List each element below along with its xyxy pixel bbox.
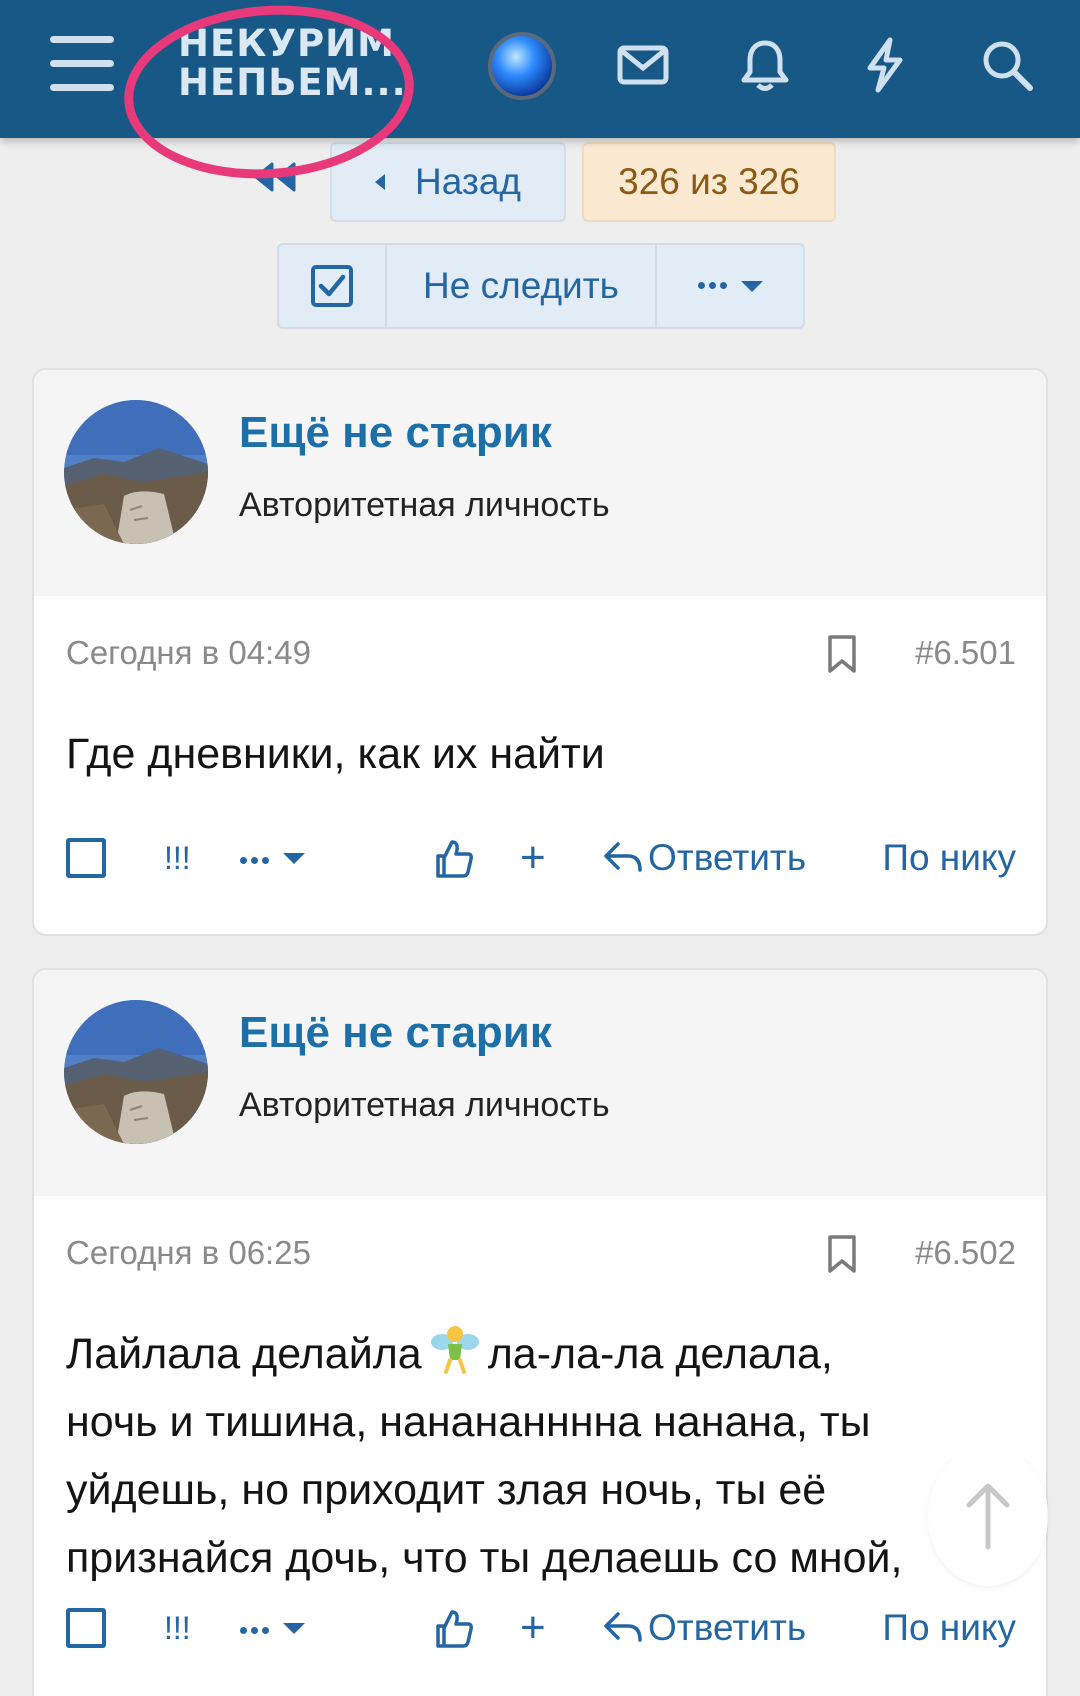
thumbs-up-icon (436, 1610, 473, 1648)
mail-icon[interactable] (614, 36, 672, 94)
post-text-fragment: ла-ла-ла делала, (487, 1330, 833, 1378)
menu-icon[interactable] (50, 36, 114, 92)
post-text-line: признайся дочь, что ты делаешь со мной, (66, 1534, 903, 1582)
post-text-fragment: Лайлала делайла (66, 1330, 422, 1378)
select-post-checkbox[interactable] (66, 838, 106, 878)
more-dots-icon (240, 837, 273, 879)
back-button[interactable]: Назад (330, 142, 566, 222)
post-date[interactable]: Сегодня в 06:25 (66, 1234, 311, 1272)
user-title: Авторитетная личность (239, 1086, 610, 1124)
post-date[interactable]: Сегодня в 04:49 (66, 634, 311, 672)
search-icon[interactable] (978, 36, 1036, 94)
by-nick-button[interactable]: По нику (882, 828, 1016, 888)
checkbox-checked-icon (311, 265, 353, 307)
post-card: Ещё не старик Авторитетная личность Сего… (32, 968, 1048, 1696)
like-button[interactable] (432, 1598, 476, 1658)
post-number[interactable]: #6.502 (915, 1234, 1016, 1272)
plus-button[interactable]: + (520, 1598, 546, 1658)
lightning-icon[interactable] (856, 36, 914, 94)
post-actions: !!! + Ответить По нику (34, 828, 1046, 888)
author-name[interactable]: Ещё не старик (239, 408, 552, 458)
chevron-down-icon (740, 280, 763, 292)
more-dots-icon (240, 1607, 273, 1649)
avatar[interactable] (64, 1000, 208, 1144)
post-text: Лайлала делайла ла-ла-ла делала, ночь и … (66, 1320, 1006, 1592)
post-card: Ещё не старик Авторитетная личность Сего… (32, 368, 1048, 936)
unwatch-label: Не следить (423, 265, 619, 306)
arrow-up-icon (966, 1483, 1010, 1550)
caret-left-icon (374, 174, 385, 190)
post-text-line: Где дневники, как их найти (66, 730, 605, 778)
page-counter[interactable]: 326 из 326 (582, 142, 836, 222)
report-button[interactable]: !!! (164, 1598, 191, 1658)
chevron-down-icon (283, 852, 305, 864)
scroll-to-top-button[interactable] (928, 1446, 1048, 1586)
reply-button[interactable]: Ответить (602, 828, 806, 888)
post-text-line: уйдешь, но приходит злая ночь, ты её (66, 1466, 827, 1514)
bell-icon[interactable] (736, 36, 794, 94)
page-counter-text: 326 из 326 (618, 161, 800, 202)
more-options-button[interactable] (655, 245, 803, 327)
post-text: Где дневники, как их найти (66, 720, 1006, 788)
reply-label: Ответить (648, 1607, 807, 1648)
select-thread-button[interactable] (279, 245, 385, 327)
post-number[interactable]: #6.501 (915, 634, 1016, 672)
user-title: Авторитетная личность (239, 486, 610, 524)
thread-actions-group: Не следить (277, 243, 805, 329)
thumbs-up-icon (436, 840, 473, 878)
author-name[interactable]: Ещё не старик (239, 1008, 552, 1058)
top-navbar: НЕКУРИМ НЕПЬЕМ... (0, 0, 1080, 188)
report-button[interactable]: !!! (164, 828, 191, 888)
post-more-button[interactable] (240, 1598, 305, 1658)
plus-button[interactable]: + (520, 828, 546, 888)
avatar[interactable] (64, 400, 208, 544)
unwatch-button[interactable]: Не следить (385, 245, 655, 327)
post-text-line: ночь и тишина, нанананннна нанана, ты (66, 1398, 871, 1446)
chevron-down-icon (283, 1622, 305, 1634)
reply-label: Ответить (648, 837, 807, 878)
post-header: Ещё не старик Авторитетная личность (34, 370, 1046, 596)
by-nick-button[interactable]: По нику (882, 1598, 1016, 1658)
more-dots-icon (697, 277, 731, 295)
bookmark-icon[interactable] (826, 634, 858, 674)
reply-icon (604, 1612, 642, 1642)
post-more-button[interactable] (240, 828, 305, 888)
bookmark-icon[interactable] (826, 1234, 858, 1274)
post-header: Ещё не старик Авторитетная личность (34, 970, 1046, 1196)
select-post-checkbox[interactable] (66, 1608, 106, 1648)
fairy-emoji-icon (430, 1326, 479, 1374)
back-label: Назад (414, 161, 521, 202)
reply-button[interactable]: Ответить (602, 1598, 806, 1658)
post-text-line: Лайлала делайла ла-ла-ла делала, (66, 1320, 1006, 1388)
status-orb-icon[interactable] (488, 32, 556, 100)
post-actions: !!! + Ответить По нику (34, 1598, 1046, 1658)
like-button[interactable] (432, 828, 476, 888)
reply-icon (604, 842, 642, 872)
